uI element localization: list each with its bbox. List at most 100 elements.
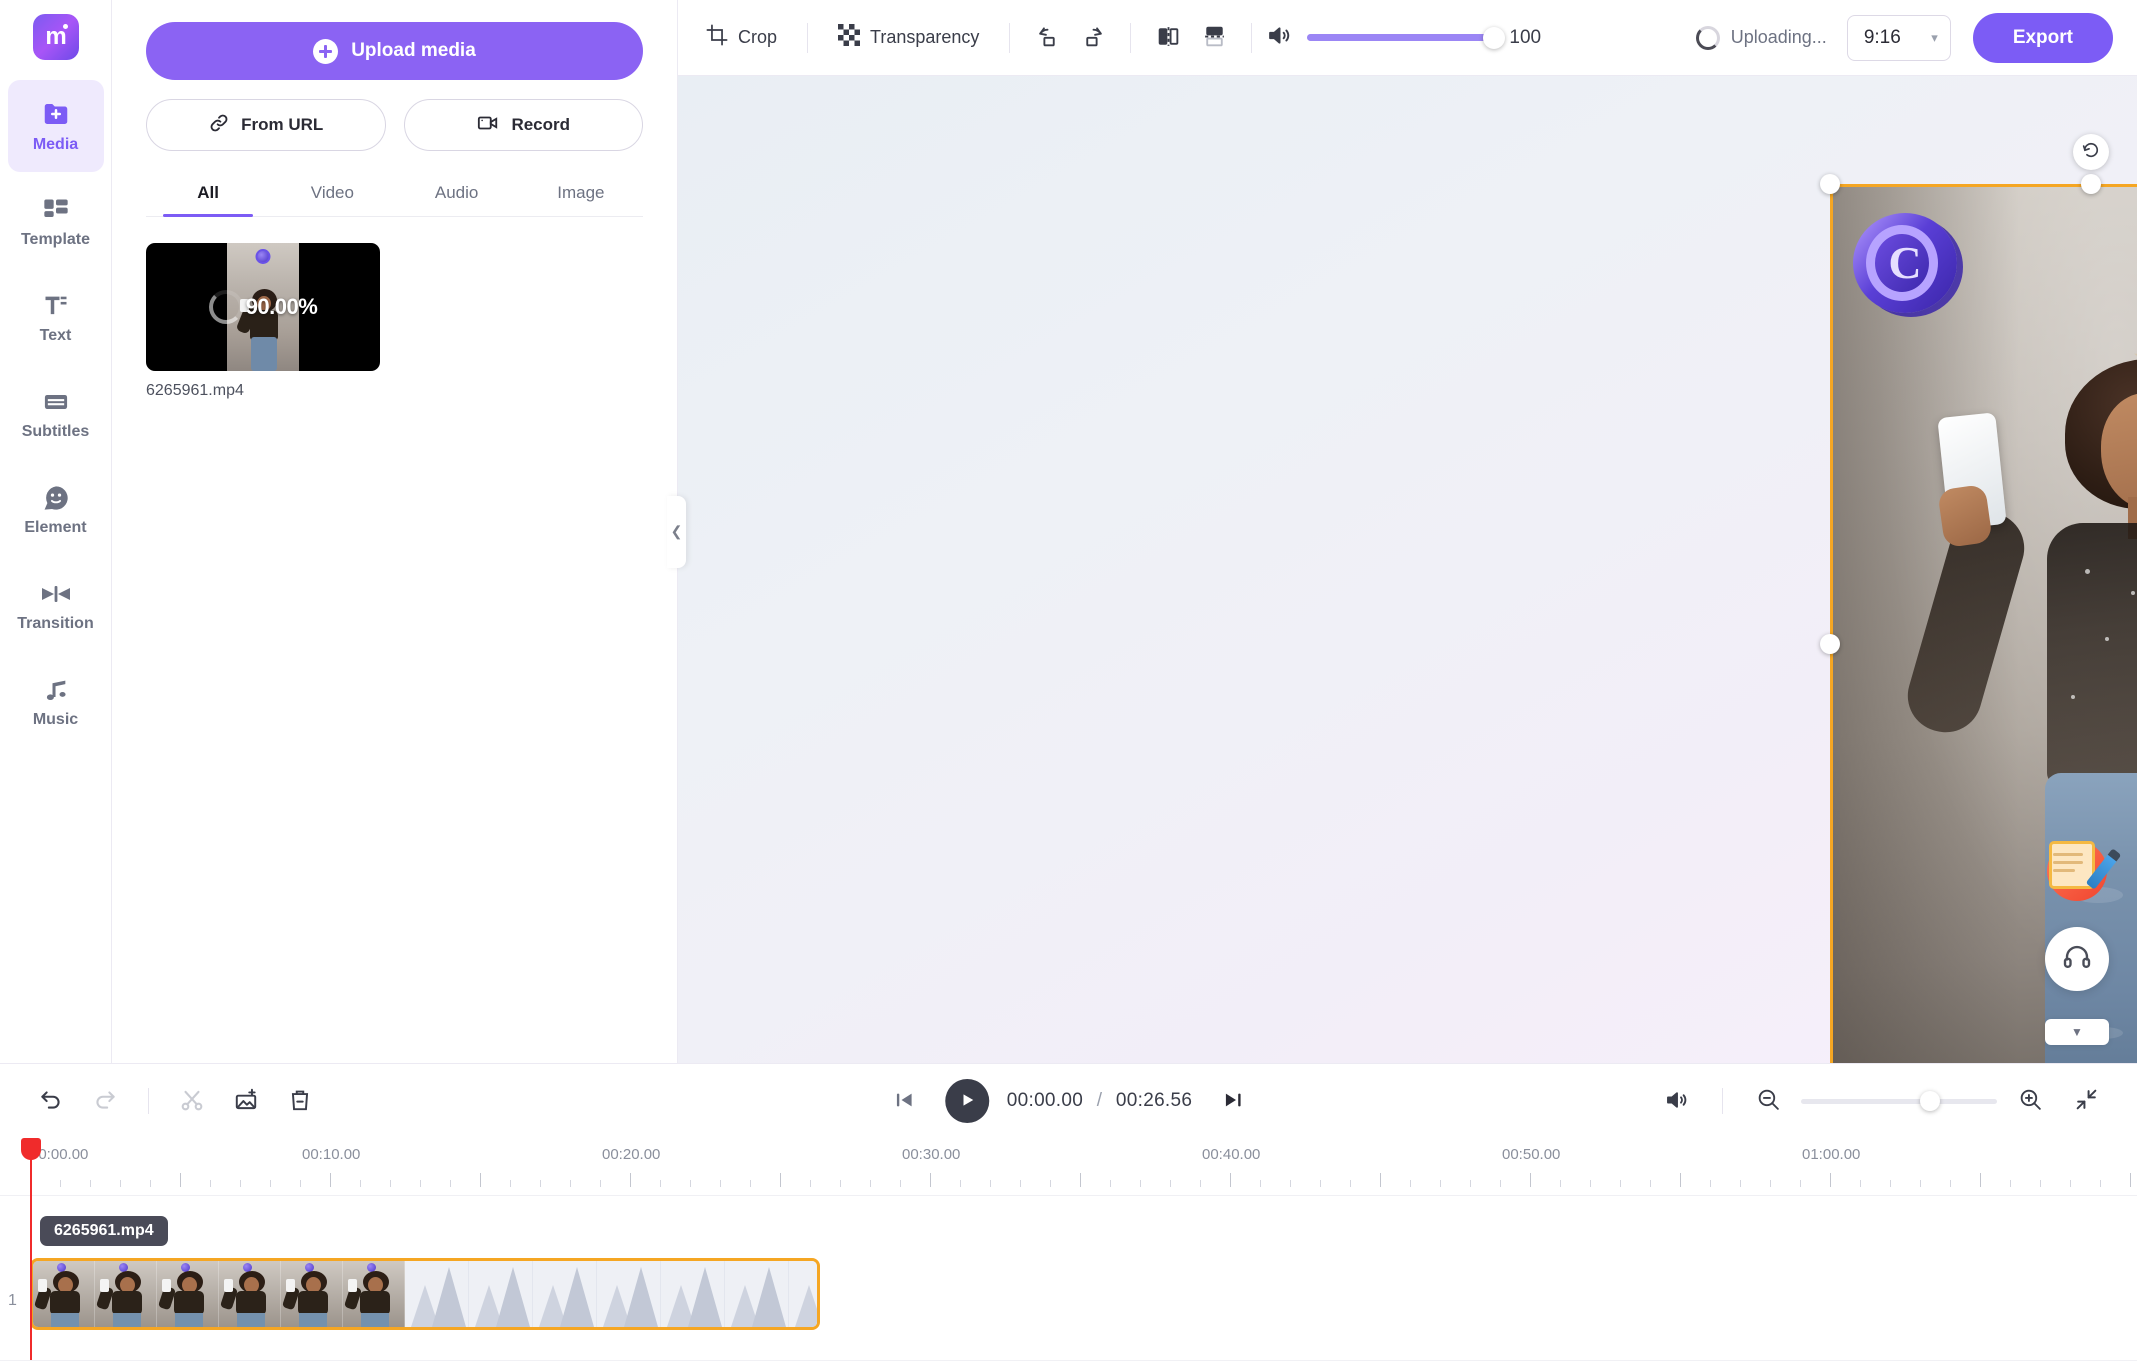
tab-video[interactable]: Video	[270, 173, 394, 216]
sidebar-item-template[interactable]: Template	[8, 176, 104, 268]
flip-vertical-button[interactable]	[1191, 15, 1237, 61]
clip-waveform-segment	[661, 1261, 725, 1327]
ruler-tick	[1740, 1180, 1741, 1187]
next-frame-button[interactable]	[1210, 1078, 1256, 1124]
tab-audio[interactable]: Audio	[395, 173, 519, 216]
split-scissors-icon	[179, 1087, 205, 1116]
volume-icon[interactable]	[1266, 23, 1293, 53]
ruler-tick	[420, 1180, 421, 1187]
ruler-tick	[210, 1180, 211, 1187]
chevron-down-icon: ▼	[2071, 1025, 2083, 1039]
add-media-button[interactable]	[223, 1078, 269, 1124]
sidebar-item-label: Template	[20, 230, 91, 248]
resize-handle-top-left[interactable]	[1820, 174, 1840, 194]
ruler-tick	[990, 1180, 991, 1187]
feedback-button[interactable]	[2043, 835, 2122, 903]
volume-slider-knob[interactable]	[1483, 26, 1506, 49]
from-url-button[interactable]: From URL	[146, 99, 386, 151]
app-logo-letter: m	[45, 23, 66, 50]
text-icon	[42, 292, 70, 320]
crop-button[interactable]: Crop	[690, 15, 793, 60]
sidebar-item-media[interactable]: Media	[7, 80, 104, 172]
sidebar-rail: m Media Template Text Subtitles Element …	[0, 0, 112, 1063]
volume-icon	[1664, 1088, 1690, 1115]
ruler-tick	[1590, 1180, 1591, 1187]
resize-handle-middle-left[interactable]	[1820, 634, 1840, 654]
upload-media-label: Upload media	[351, 40, 476, 61]
sidebar-item-label: Media	[32, 135, 79, 153]
playhead[interactable]	[21, 1138, 41, 1360]
clip-waveform-segment	[789, 1261, 817, 1327]
tab-all[interactable]: All	[146, 173, 270, 217]
timeline-ruler[interactable]: 00:00.00 00:10.00 00:20.00 00:30.00 00:40.00…	[0, 1138, 2137, 1196]
transparency-label: Transparency	[870, 27, 980, 47]
skip-next-icon	[1222, 1089, 1244, 1114]
zoom-out-icon	[1756, 1087, 1781, 1115]
ruler-tick	[1170, 1180, 1171, 1187]
redo-button[interactable]	[82, 1078, 128, 1124]
upload-status: Uploading...	[1695, 25, 1827, 50]
sidebar-item-transition[interactable]: Transition	[8, 560, 104, 652]
headset-support-icon	[2062, 942, 2092, 977]
transparency-button[interactable]: Transparency	[822, 15, 995, 60]
sidebar-item-subtitles[interactable]: Subtitles	[8, 368, 104, 460]
timeline-zoom-slider[interactable]	[1801, 1091, 1997, 1111]
support-button[interactable]	[2045, 927, 2109, 991]
crop-icon	[706, 24, 728, 51]
folder-plus-icon	[41, 99, 71, 129]
ruler-tick	[1680, 1173, 1681, 1187]
ruler-tick	[540, 1180, 541, 1187]
resize-handle-top-center[interactable]	[2081, 174, 2101, 194]
undo-button[interactable]	[28, 1078, 74, 1124]
timeline-zoom-knob[interactable]	[1920, 1091, 1941, 1111]
tab-image[interactable]: Image	[519, 173, 643, 216]
record-button[interactable]: Record	[403, 99, 643, 151]
clip-thumbnail-frame	[219, 1261, 281, 1327]
transition-icon	[41, 580, 71, 608]
ruler-tick	[570, 1180, 571, 1187]
timeline-clip[interactable]	[30, 1258, 820, 1330]
ruler-tick	[1080, 1173, 1081, 1187]
ruler-tick	[1890, 1180, 1891, 1187]
split-button[interactable]	[169, 1078, 215, 1124]
ruler-tick	[1560, 1180, 1561, 1187]
fit-to-screen-button[interactable]	[2063, 1078, 2109, 1124]
rotate-left-button[interactable]	[1024, 15, 1070, 61]
playhead-handle[interactable]	[21, 1138, 41, 1160]
ruler-tick	[780, 1173, 781, 1187]
flip-horizontal-button[interactable]	[1145, 15, 1191, 61]
timeline-mute-button[interactable]	[1654, 1078, 1700, 1124]
ruler-label: 00:20.00	[602, 1146, 661, 1163]
rotate-left-icon	[1035, 24, 1060, 52]
panel-collapse-button[interactable]: ❮	[667, 495, 686, 568]
preview-canvas-area[interactable]: C ▼	[678, 76, 2137, 1063]
crop-label: Crop	[738, 27, 778, 47]
app-logo[interactable]: m	[32, 14, 79, 60]
media-item[interactable]: 90.00% 6265961.mp4	[146, 243, 380, 400]
zoom-in-button[interactable]	[2007, 1078, 2053, 1124]
sidebar-item-text[interactable]: Text	[8, 272, 104, 364]
timeline: 00:00.00 / 00:26.56 00:00.00 00:10.00 00…	[0, 1063, 2137, 1370]
rotate-handle[interactable]	[2073, 134, 2109, 170]
delete-button[interactable]	[277, 1078, 323, 1124]
zoom-out-button[interactable]	[1745, 1078, 1791, 1124]
volume-control: 100	[1266, 23, 1551, 53]
play-button[interactable]	[944, 1079, 989, 1123]
previous-frame-button[interactable]	[881, 1078, 927, 1124]
ruler-tick	[1920, 1180, 1921, 1187]
toolbar-divider	[1251, 22, 1253, 53]
upload-media-button[interactable]: Upload media	[146, 22, 643, 80]
sidebar-item-element[interactable]: Element	[8, 464, 104, 556]
ruler-tick	[2130, 1173, 2131, 1187]
export-button[interactable]: Export	[1972, 12, 2113, 63]
sidebar-item-music[interactable]: Music	[8, 656, 104, 748]
rotate-right-button[interactable]	[1070, 15, 1116, 61]
ruler-tick	[450, 1180, 451, 1187]
rotate-right-icon	[1081, 24, 1106, 52]
ruler-tick	[1020, 1180, 1021, 1187]
volume-slider[interactable]	[1307, 26, 1506, 49]
ruler-tick	[1620, 1180, 1621, 1187]
ruler-tick	[1260, 1180, 1261, 1187]
preview-collapse-button[interactable]: ▼	[2045, 1019, 2109, 1045]
aspect-ratio-select[interactable]: 9:16 ▾	[1846, 14, 1951, 61]
